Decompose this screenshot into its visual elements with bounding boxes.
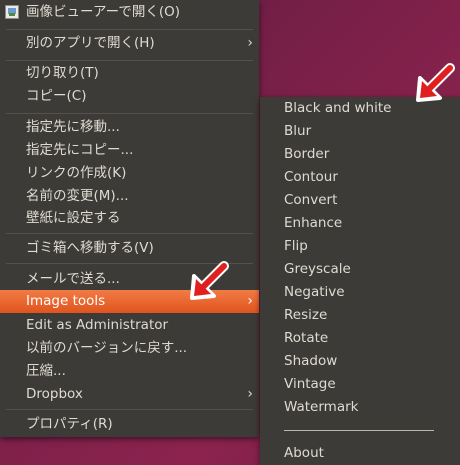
submenu-arrow-icon: › [247,293,253,309]
menu-item-properties[interactable]: プロパティ(R) [0,413,259,436]
menu-item-label: リンクの作成(K) [26,165,127,181]
submenu-item-about[interactable]: About [260,442,460,465]
submenu-item-enhance[interactable]: Enhance [260,212,460,235]
submenu-item-label: Convert [284,192,338,208]
submenu-arrow-icon: › [247,386,253,402]
menu-item-set-wallpaper[interactable]: 壁紙に設定する [0,207,259,230]
menu-item-label: コピー(C) [26,88,87,104]
submenu-item-label: Shadow [284,353,338,369]
submenu-item-label: Watermark [284,399,359,415]
submenu-item-shadow[interactable]: Shadow [260,350,460,373]
submenu-item-greyscale[interactable]: Greyscale [260,258,460,281]
submenu-item-label: Border [284,146,330,162]
menu-item-label: 以前のバージョンに戻す... [26,340,188,356]
context-menu: 画像ビューアーで開く(O) 別のアプリで開く(H) › 切り取り(T) コピー(… [0,0,259,437]
menu-item-label: 指定先にコピー... [26,142,134,158]
submenu-item-border[interactable]: Border [260,143,460,166]
menu-item-label: Dropbox [26,386,83,402]
menu-separator [6,29,253,30]
menu-item-label: 指定先に移動... [26,119,120,135]
menu-separator [6,409,253,410]
submenu-item-label: Blur [284,123,312,139]
menu-item-label: 別のアプリで開く(H) [26,35,155,51]
submenu-item-label: Contour [284,169,338,185]
menu-item-label: 壁紙に設定する [26,210,121,226]
image-viewer-icon [5,5,19,19]
menu-item-copy-to[interactable]: 指定先にコピー... [0,139,259,162]
menu-item-cut[interactable]: 切り取り(T) [0,62,259,85]
menu-item-rename[interactable]: 名前の変更(M)... [0,185,259,208]
menu-item-copy[interactable]: コピー(C) [0,85,259,108]
menu-item-label: 切り取り(T) [26,65,99,81]
menu-item-make-link[interactable]: リンクの作成(K) [0,162,259,185]
annotation-arrow-icon [416,63,455,102]
submenu-item-vintage[interactable]: Vintage [260,373,460,396]
menu-item-label: Edit as Administrator [26,317,169,333]
menu-item-label: プロパティ(R) [26,416,113,432]
submenu-item-contour[interactable]: Contour [260,166,460,189]
menu-item-move-to-trash[interactable]: ゴミ箱へ移動する(V) [0,237,259,260]
submenu-separator [284,430,434,431]
submenu-item-resize[interactable]: Resize [260,304,460,327]
menu-item-dropbox[interactable]: Dropbox › [0,383,259,406]
menu-item-open-with-other-app[interactable]: 別のアプリで開く(H) › [0,32,259,55]
submenu-item-label: Flip [284,238,308,254]
submenu-item-label: About [284,445,324,461]
menu-item-move-to[interactable]: 指定先に移動... [0,116,259,139]
menu-item-label: メールで送る... [26,271,120,287]
submenu-item-flip[interactable]: Flip [260,235,460,258]
submenu-item-watermark[interactable]: Watermark [260,396,460,419]
submenu-item-convert[interactable]: Convert [260,189,460,212]
submenu-item-label: Vintage [284,376,336,392]
menu-separator [6,60,253,61]
image-tools-submenu: Black and white Blur Border Contour Conv… [260,97,460,465]
menu-item-edit-as-administrator[interactable]: Edit as Administrator [0,314,259,337]
submenu-item-label: Enhance [284,215,343,231]
menu-item-label: 圧縮... [26,363,66,379]
menu-item-compress[interactable]: 圧縮... [0,360,259,383]
annotation-arrow-icon [190,261,229,300]
menu-separator [6,113,253,114]
menu-separator [6,233,253,234]
submenu-arrow-icon: › [247,35,253,51]
submenu-item-label: Greyscale [284,261,351,277]
menu-item-label: 名前の変更(M)... [26,188,129,204]
menu-item-open-with-image-viewer[interactable]: 画像ビューアーで開く(O) [0,1,259,24]
submenu-item-label: Resize [284,307,328,323]
menu-item-label: 画像ビューアーで開く(O) [26,4,180,20]
menu-item-label: Image tools [26,293,106,309]
submenu-item-label: Black and white [284,100,392,116]
menu-item-label: ゴミ箱へ移動する(V) [26,240,154,256]
submenu-item-rotate[interactable]: Rotate [260,327,460,350]
submenu-item-label: Rotate [284,330,329,346]
menu-item-revert-version[interactable]: 以前のバージョンに戻す... [0,337,259,360]
submenu-item-negative[interactable]: Negative [260,281,460,304]
submenu-item-label: Negative [284,284,345,300]
submenu-item-blur[interactable]: Blur [260,120,460,143]
